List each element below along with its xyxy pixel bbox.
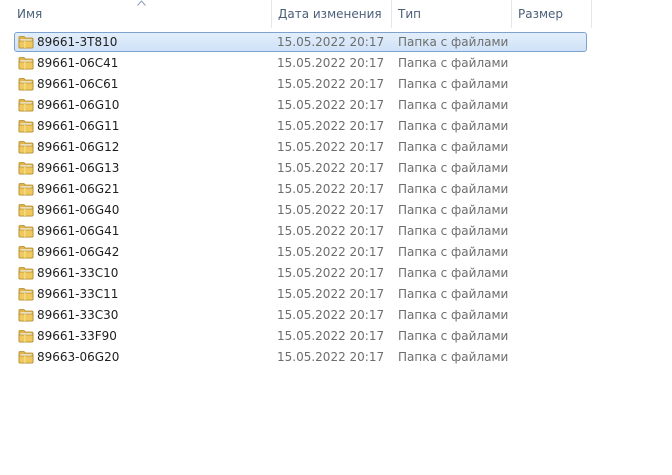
file-name: 89661-06G11	[37, 119, 120, 133]
file-name: 89663-06G20	[37, 350, 120, 364]
file-name: 89661-06G21	[37, 182, 120, 196]
file-row[interactable]: 89661-33C11 15.05.2022 20:17 Папка с фай…	[0, 284, 672, 305]
folder-icon	[18, 141, 34, 154]
file-name: 89661-06G13	[37, 161, 120, 175]
file-row[interactable]: 89661-06G40 15.05.2022 20:17 Папка с фай…	[0, 200, 672, 221]
column-header-type-label: Тип	[398, 7, 421, 21]
file-row[interactable]: 89661-33F90 15.05.2022 20:17 Папка с фай…	[0, 326, 672, 347]
folder-icon	[18, 225, 34, 238]
folder-icon	[18, 57, 34, 70]
file-type: Папка с файлами	[398, 98, 509, 112]
file-row[interactable]: 89661-06G41 15.05.2022 20:17 Папка с фай…	[0, 221, 672, 242]
file-name: 89661-06G42	[37, 245, 120, 259]
file-date: 15.05.2022 20:17	[277, 119, 385, 133]
file-name: 89661-06C41	[37, 56, 119, 70]
file-type: Папка с файлами	[398, 182, 509, 196]
file-name: 89661-06G40	[37, 203, 120, 217]
file-row[interactable]: 89663-06G20 15.05.2022 20:17 Папка с фай…	[0, 347, 672, 368]
file-type: Папка с файлами	[398, 266, 509, 280]
file-date: 15.05.2022 20:17	[277, 77, 385, 91]
file-type: Папка с файлами	[398, 203, 509, 217]
file-row[interactable]: 89661-06G10 15.05.2022 20:17 Папка с фай…	[0, 95, 672, 116]
file-row[interactable]: 89661-06C41 15.05.2022 20:17 Папка с фай…	[0, 53, 672, 74]
folder-icon	[18, 309, 34, 322]
file-type: Папка с файлами	[398, 35, 509, 49]
folder-icon	[18, 330, 34, 343]
file-date: 15.05.2022 20:17	[277, 56, 385, 70]
file-row[interactable]: 89661-06G21 15.05.2022 20:17 Папка с фай…	[0, 179, 672, 200]
column-header-name-label: Имя	[17, 7, 43, 21]
column-header-date-label: Дата изменения	[278, 7, 382, 21]
folder-icon	[18, 267, 34, 280]
file-name: 89661-06C61	[37, 77, 119, 91]
file-date: 15.05.2022 20:17	[277, 98, 385, 112]
folder-icon	[18, 99, 34, 112]
file-date: 15.05.2022 20:17	[277, 35, 385, 49]
file-name: 89661-06G12	[37, 140, 120, 154]
folder-icon	[18, 183, 34, 196]
file-type: Папка с файлами	[398, 119, 509, 133]
file-list-view: Имя Дата изменения Тип Размер 89661-3T81…	[0, 0, 672, 475]
file-date: 15.05.2022 20:17	[277, 287, 385, 301]
file-date: 15.05.2022 20:17	[277, 224, 385, 238]
file-name: 89661-06G10	[37, 98, 120, 112]
file-type: Папка с файлами	[398, 329, 509, 343]
file-date: 15.05.2022 20:17	[277, 182, 385, 196]
file-date: 15.05.2022 20:17	[277, 203, 385, 217]
file-name: 89661-3T810	[37, 35, 118, 49]
column-header-name[interactable]: Имя	[0, 0, 272, 28]
file-type: Папка с файлами	[398, 77, 509, 91]
folder-icon	[18, 162, 34, 175]
folder-icon	[18, 246, 34, 259]
file-type: Папка с файлами	[398, 245, 509, 259]
file-row[interactable]: 89661-33C10 15.05.2022 20:17 Папка с фай…	[0, 263, 672, 284]
folder-icon	[18, 204, 34, 217]
file-date: 15.05.2022 20:17	[277, 350, 385, 364]
file-rows: 89661-3T810 15.05.2022 20:17 Папка с фай…	[0, 32, 672, 368]
file-type: Папка с файлами	[398, 161, 509, 175]
file-row[interactable]: 89661-33C30 15.05.2022 20:17 Папка с фай…	[0, 305, 672, 326]
file-type: Папка с файлами	[398, 224, 509, 238]
file-type: Папка с файлами	[398, 308, 509, 322]
file-name: 89661-06G41	[37, 224, 120, 238]
column-header-date[interactable]: Дата изменения	[272, 0, 392, 28]
file-name: 89661-33C30	[37, 308, 119, 322]
file-date: 15.05.2022 20:17	[277, 245, 385, 259]
folder-icon	[18, 351, 34, 364]
column-header-type[interactable]: Тип	[392, 0, 512, 28]
file-row[interactable]: 89661-06G12 15.05.2022 20:17 Папка с фай…	[0, 137, 672, 158]
column-header-size-label: Размер	[518, 7, 564, 21]
folder-icon	[18, 36, 34, 49]
file-date: 15.05.2022 20:17	[277, 266, 385, 280]
file-name: 89661-33C10	[37, 266, 119, 280]
folder-icon	[18, 288, 34, 301]
folder-icon	[18, 120, 34, 133]
file-date: 15.05.2022 20:17	[277, 140, 385, 154]
file-date: 15.05.2022 20:17	[277, 308, 385, 322]
file-row[interactable]: 89661-06C61 15.05.2022 20:17 Папка с фай…	[0, 74, 672, 95]
file-row[interactable]: 89661-06G11 15.05.2022 20:17 Папка с фай…	[0, 116, 672, 137]
file-name: 89661-33F90	[37, 329, 117, 343]
file-type: Папка с файлами	[398, 287, 509, 301]
file-date: 15.05.2022 20:17	[277, 329, 385, 343]
sort-ascending-icon	[137, 0, 146, 6]
file-row[interactable]: 89661-06G42 15.05.2022 20:17 Папка с фай…	[0, 242, 672, 263]
folder-icon	[18, 78, 34, 91]
file-row[interactable]: 89661-06G13 15.05.2022 20:17 Папка с фай…	[0, 158, 672, 179]
file-type: Папка с файлами	[398, 140, 509, 154]
file-row[interactable]: 89661-3T810 15.05.2022 20:17 Папка с фай…	[0, 32, 672, 53]
column-header-size[interactable]: Размер	[512, 0, 592, 28]
file-type: Папка с файлами	[398, 56, 509, 70]
column-header-bar: Имя Дата изменения Тип Размер	[0, 0, 672, 28]
file-date: 15.05.2022 20:17	[277, 161, 385, 175]
file-type: Папка с файлами	[398, 350, 509, 364]
file-name: 89661-33C11	[37, 287, 119, 301]
